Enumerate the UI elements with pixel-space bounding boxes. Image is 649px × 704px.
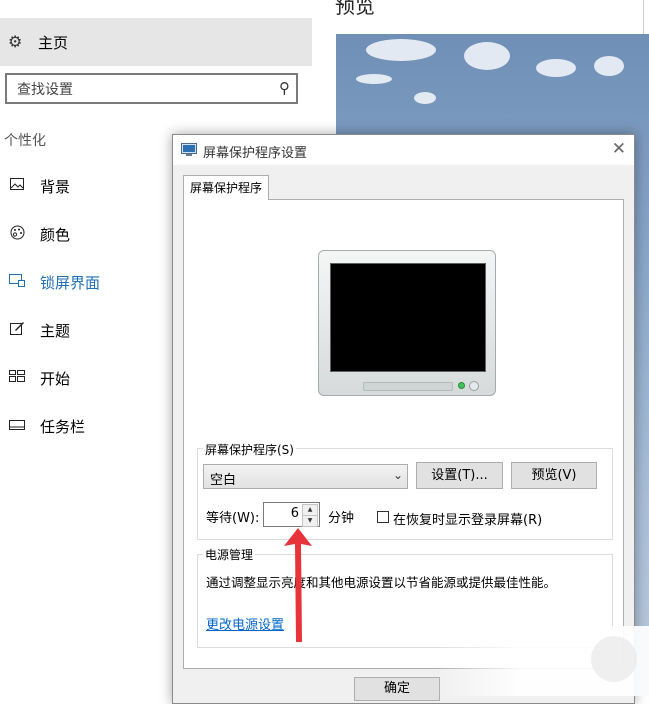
palette-icon bbox=[8, 225, 26, 244]
watermark bbox=[436, 626, 649, 696]
nav-item-label: 颜色 bbox=[40, 225, 71, 244]
screensaver-group-title: 屏幕保护程序(S) bbox=[203, 441, 296, 458]
settings-button[interactable]: 设置(T)... bbox=[416, 462, 503, 489]
nav-item-label: 开始 bbox=[40, 369, 71, 388]
watermark-logo-icon bbox=[591, 636, 637, 682]
taskbar-icon bbox=[8, 418, 26, 434]
lock-screen-icon bbox=[8, 273, 26, 291]
nav-item-start[interactable]: 开始 bbox=[0, 362, 170, 394]
wait-unit-label: 分钟 bbox=[328, 511, 355, 526]
monitor-app-icon bbox=[181, 143, 197, 156]
dialog-title: 屏幕保护程序设置 bbox=[203, 146, 308, 161]
nav-item-lock-screen[interactable]: 锁屏界面 bbox=[0, 266, 170, 298]
preview-title: 预览 bbox=[335, 0, 375, 18]
screensaver-select[interactable]: 空白 ⌄ bbox=[203, 464, 408, 489]
nav-item-label: 锁屏界面 bbox=[40, 273, 101, 292]
nav-item-colors[interactable]: 颜色 bbox=[0, 218, 170, 250]
chevron-down-icon: ⌄ bbox=[392, 468, 403, 482]
close-icon[interactable]: ✕ bbox=[612, 139, 626, 159]
nav-item-background[interactable]: 背景 bbox=[0, 170, 170, 202]
dialog-titlebar[interactable]: 屏幕保护程序设置 ✕ bbox=[173, 135, 634, 165]
wait-minutes-spinner[interactable]: 6 ▲ ▼ bbox=[263, 502, 320, 527]
spinner-down-icon[interactable]: ▼ bbox=[302, 515, 318, 527]
power-group-title: 电源管理 bbox=[203, 546, 256, 563]
search-icon[interactable]: ⚲ bbox=[279, 79, 290, 97]
nav-item-label: 背景 bbox=[40, 177, 71, 196]
annotation-arrow-icon bbox=[284, 528, 312, 642]
nav-item-label: 任务栏 bbox=[40, 417, 86, 436]
preview-button[interactable]: 预览(V) bbox=[511, 462, 597, 489]
nav-home-label: 主页 bbox=[38, 33, 69, 52]
resume-logon-label[interactable]: 在恢复时显示登录屏幕(R) bbox=[393, 509, 542, 528]
monitor-screen bbox=[330, 263, 486, 372]
power-description: 通过调整显示亮度和其他电源设置以节省能源或提供最佳性能。 bbox=[206, 575, 557, 590]
tab-screensaver[interactable]: 屏幕保护程序 bbox=[183, 175, 269, 200]
nav-item-label: 主题 bbox=[40, 321, 71, 340]
window-edge bbox=[643, 0, 649, 34]
monitor-preview bbox=[318, 250, 496, 396]
wait-minutes-value[interactable]: 6 bbox=[291, 506, 299, 521]
nav-home[interactable]: ⚙ 主页 bbox=[0, 18, 312, 66]
change-power-settings-link[interactable]: 更改电源设置 bbox=[206, 614, 284, 633]
ok-button[interactable]: 确定 bbox=[354, 677, 440, 701]
resume-logon-checkbox[interactable] bbox=[377, 511, 389, 523]
screensaver-select-value: 空白 bbox=[210, 473, 237, 488]
picture-icon bbox=[8, 178, 26, 194]
wait-label: 等待(W): bbox=[206, 511, 260, 526]
nav-item-taskbar[interactable]: 任务栏 bbox=[0, 410, 170, 442]
gear-icon: ⚙ bbox=[8, 32, 23, 51]
monitor-power-button bbox=[469, 381, 479, 391]
theme-icon bbox=[8, 321, 26, 339]
start-icon bbox=[8, 370, 26, 386]
section-label: 个性化 bbox=[4, 133, 46, 149]
monitor-bezel-slot bbox=[363, 382, 453, 391]
search-box[interactable]: ⚲ bbox=[5, 73, 298, 104]
nav-item-themes[interactable]: 主题 bbox=[0, 314, 170, 346]
monitor-power-led bbox=[458, 382, 465, 389]
search-input[interactable] bbox=[15, 79, 269, 101]
